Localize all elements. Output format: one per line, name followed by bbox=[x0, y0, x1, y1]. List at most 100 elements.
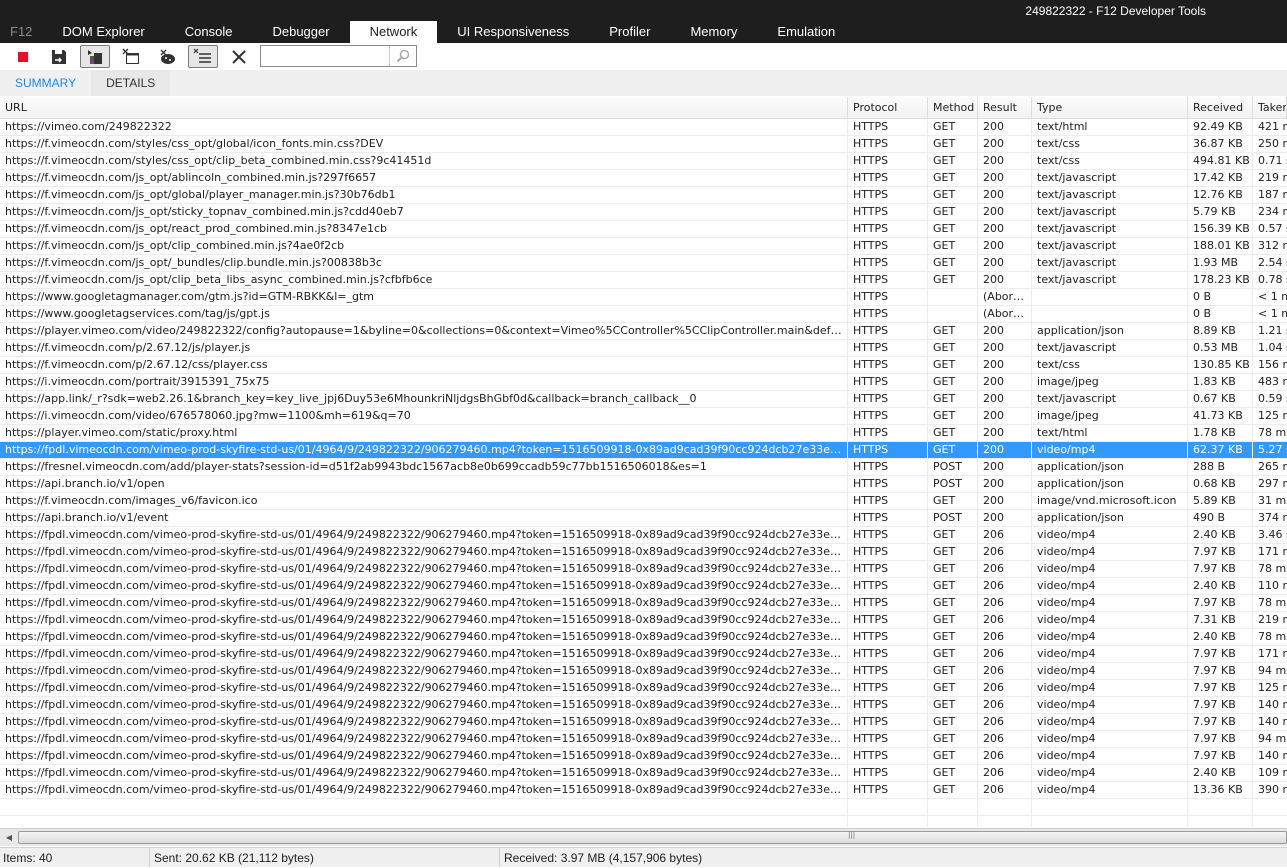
tab-profiler[interactable]: Profiler bbox=[589, 21, 670, 43]
table-row[interactable]: https://fpdl.vimeocdn.com/vimeo-prod-sky… bbox=[0, 680, 1287, 697]
content-type-filter-button[interactable] bbox=[188, 45, 218, 68]
tab-memory[interactable]: Memory bbox=[670, 21, 757, 43]
cell-received: 7.97 KB bbox=[1188, 663, 1253, 679]
cell-method: GET bbox=[928, 153, 978, 169]
empty-cell bbox=[848, 799, 928, 815]
column-header-protocol[interactable]: Protocol bbox=[848, 97, 928, 118]
table-row[interactable]: https://fpdl.vimeocdn.com/vimeo-prod-sky… bbox=[0, 782, 1287, 799]
table-row[interactable]: https://f.vimeocdn.com/p/2.67.12/css/pla… bbox=[0, 357, 1287, 374]
table-row[interactable]: https://fpdl.vimeocdn.com/vimeo-prod-sky… bbox=[0, 595, 1287, 612]
table-row[interactable]: https://fpdl.vimeocdn.com/vimeo-prod-sky… bbox=[0, 765, 1287, 782]
table-row[interactable]: https://fpdl.vimeocdn.com/vimeo-prod-sky… bbox=[0, 561, 1287, 578]
cell-received: 178.23 KB bbox=[1188, 272, 1253, 288]
table-row[interactable]: https://f.vimeocdn.com/images_v6/favicon… bbox=[0, 493, 1287, 510]
clear-cache-button[interactable] bbox=[152, 45, 182, 68]
table-row[interactable]: https://fpdl.vimeocdn.com/vimeo-prod-sky… bbox=[0, 748, 1287, 765]
table-row[interactable]: https://f.vimeocdn.com/js_opt/clip_beta_… bbox=[0, 272, 1287, 289]
cell-protocol: HTTPS bbox=[848, 289, 928, 305]
table-row[interactable]: https://player.vimeo.com/static/proxy.ht… bbox=[0, 425, 1287, 442]
table-row[interactable]: https://fpdl.vimeocdn.com/vimeo-prod-sky… bbox=[0, 646, 1287, 663]
search-input[interactable] bbox=[261, 46, 389, 66]
column-header-received[interactable]: Received bbox=[1188, 97, 1253, 118]
table-header: URL Protocol Method Result Type Received… bbox=[0, 97, 1287, 119]
table-row[interactable]: https://fpdl.vimeocdn.com/vimeo-prod-sky… bbox=[0, 527, 1287, 544]
cell-received: 7.97 KB bbox=[1188, 731, 1253, 747]
table-row[interactable]: https://i.vimeocdn.com/portrait/3915391_… bbox=[0, 374, 1287, 391]
cell-result: (Abor… bbox=[978, 289, 1032, 305]
column-header-taken[interactable]: Taken bbox=[1253, 97, 1287, 118]
table-row[interactable]: https://api.branch.io/v1/event HTTPS POST 2… bbox=[0, 510, 1287, 527]
search-button[interactable] bbox=[389, 46, 416, 66]
table-row[interactable]: https://f.vimeocdn.com/styles/css_opt/cl… bbox=[0, 153, 1287, 170]
cell-type: video/mp4 bbox=[1032, 612, 1188, 628]
column-header-result[interactable]: Result bbox=[978, 97, 1032, 118]
horizontal-scrollbar[interactable]: ◀ ||| bbox=[0, 828, 1287, 846]
scrollbar-thumb[interactable] bbox=[18, 831, 1287, 844]
clear-session-button[interactable] bbox=[224, 45, 254, 68]
table-row[interactable]: https://fpdl.vimeocdn.com/vimeo-prod-sky… bbox=[0, 578, 1287, 595]
tab-details[interactable]: DETAILS bbox=[91, 70, 171, 96]
cell-taken: 0.59 s bbox=[1258, 392, 1287, 405]
tab-dom-explorer[interactable]: DOM Explorer bbox=[42, 21, 164, 43]
cell-url: https://fpdl.vimeocdn.com/vimeo-prod-sky… bbox=[0, 680, 848, 696]
tab-summary[interactable]: SUMMARY bbox=[0, 70, 91, 96]
table-row[interactable]: https://player.vimeo.com/video/249822322… bbox=[0, 323, 1287, 340]
table-row[interactable]: https://www.googletagmanager.com/gtm.js?… bbox=[0, 289, 1287, 306]
table-row[interactable]: https://fpdl.vimeocdn.com/vimeo-prod-sky… bbox=[0, 442, 1287, 459]
cell-url: https://fpdl.vimeocdn.com/vimeo-prod-sky… bbox=[0, 442, 848, 458]
table-row[interactable]: https://fpdl.vimeocdn.com/vimeo-prod-sky… bbox=[0, 663, 1287, 680]
table-row[interactable]: https://f.vimeocdn.com/js_opt/sticky_top… bbox=[0, 204, 1287, 221]
cell-protocol: HTTPS bbox=[848, 782, 928, 798]
table-row[interactable]: https://fpdl.vimeocdn.com/vimeo-prod-sky… bbox=[0, 731, 1287, 748]
table-row[interactable]: https://fresnel.vimeocdn.com/add/player-… bbox=[0, 459, 1287, 476]
always-refresh-button[interactable] bbox=[80, 45, 110, 68]
table-row[interactable]: https://f.vimeocdn.com/js_opt/global/pla… bbox=[0, 187, 1287, 204]
tab-debugger[interactable]: Debugger bbox=[252, 21, 349, 43]
table-row[interactable]: https://fpdl.vimeocdn.com/vimeo-prod-sky… bbox=[0, 629, 1287, 646]
column-header-type[interactable]: Type bbox=[1032, 97, 1188, 118]
table-row[interactable]: https://fpdl.vimeocdn.com/vimeo-prod-sky… bbox=[0, 714, 1287, 731]
cell-url: https://fpdl.vimeocdn.com/vimeo-prod-sky… bbox=[0, 612, 848, 628]
export-button[interactable] bbox=[44, 45, 74, 68]
tab-console[interactable]: Console bbox=[165, 21, 253, 43]
cell-type: video/mp4 bbox=[1032, 731, 1188, 747]
cell-method: GET bbox=[928, 204, 978, 220]
table-row[interactable]: https://fpdl.vimeocdn.com/vimeo-prod-sky… bbox=[0, 612, 1287, 629]
cell-url: https://fpdl.vimeocdn.com/vimeo-prod-sky… bbox=[0, 561, 848, 577]
table-row[interactable]: https://vimeo.com/249822322 HTTPS GET 200 te… bbox=[0, 119, 1287, 136]
cell-protocol: HTTPS bbox=[848, 646, 928, 662]
cell-result: 200 bbox=[978, 374, 1032, 390]
table-row[interactable]: https://fpdl.vimeocdn.com/vimeo-prod-sky… bbox=[0, 544, 1287, 561]
table-row[interactable]: https://www.googletagservices.com/tag/js… bbox=[0, 306, 1287, 323]
empty-cell bbox=[0, 799, 848, 815]
cell-url: https://fpdl.vimeocdn.com/vimeo-prod-sky… bbox=[0, 663, 848, 679]
stop-recording-button[interactable] bbox=[8, 45, 38, 68]
cell-type: text/javascript bbox=[1032, 340, 1188, 356]
cell-taken: 125 ms bbox=[1258, 409, 1287, 422]
table-row[interactable]: https://i.vimeocdn.com/video/676578060.j… bbox=[0, 408, 1287, 425]
cell-taken: 234 ms bbox=[1258, 205, 1287, 218]
cell-result: (Abor… bbox=[978, 306, 1032, 322]
table-row[interactable]: https://fpdl.vimeocdn.com/vimeo-prod-sky… bbox=[0, 697, 1287, 714]
column-header-url[interactable]: URL bbox=[0, 97, 848, 118]
table-row[interactable]: https://f.vimeocdn.com/js_opt/ablincoln_… bbox=[0, 170, 1287, 187]
column-header-method[interactable]: Method bbox=[928, 97, 978, 118]
table-row[interactable]: https://f.vimeocdn.com/js_opt/_bundles/c… bbox=[0, 255, 1287, 272]
cell-taken: 265 ms bbox=[1258, 460, 1287, 473]
empty-cell bbox=[0, 816, 848, 827]
cell-received: 12.76 KB bbox=[1188, 187, 1253, 203]
scroll-left-icon[interactable]: ◀ bbox=[2, 831, 16, 844]
table-row[interactable]: https://app.link/_r?sdk=web2.26.1&branch… bbox=[0, 391, 1287, 408]
cell-protocol: HTTPS bbox=[848, 238, 928, 254]
table-row[interactable]: https://api.branch.io/v1/open HTTPS POST 20… bbox=[0, 476, 1287, 493]
table-row[interactable]: https://f.vimeocdn.com/p/2.67.12/js/play… bbox=[0, 340, 1287, 357]
table-row[interactable]: https://f.vimeocdn.com/js_opt/react_prod… bbox=[0, 221, 1287, 238]
cell-url: https://f.vimeocdn.com/styles/css_opt/cl… bbox=[0, 153, 848, 169]
tab-ui-responsiveness[interactable]: UI Responsiveness bbox=[437, 21, 589, 43]
clear-entries-on-navigate-button[interactable] bbox=[116, 45, 146, 68]
tab-network[interactable]: Network bbox=[349, 21, 438, 43]
cell-type: text/css bbox=[1032, 136, 1188, 152]
table-row[interactable]: https://f.vimeocdn.com/styles/css_opt/gl… bbox=[0, 136, 1287, 153]
table-row[interactable]: https://f.vimeocdn.com/js_opt/clip_combi… bbox=[0, 238, 1287, 255]
tab-emulation[interactable]: Emulation bbox=[757, 21, 855, 43]
